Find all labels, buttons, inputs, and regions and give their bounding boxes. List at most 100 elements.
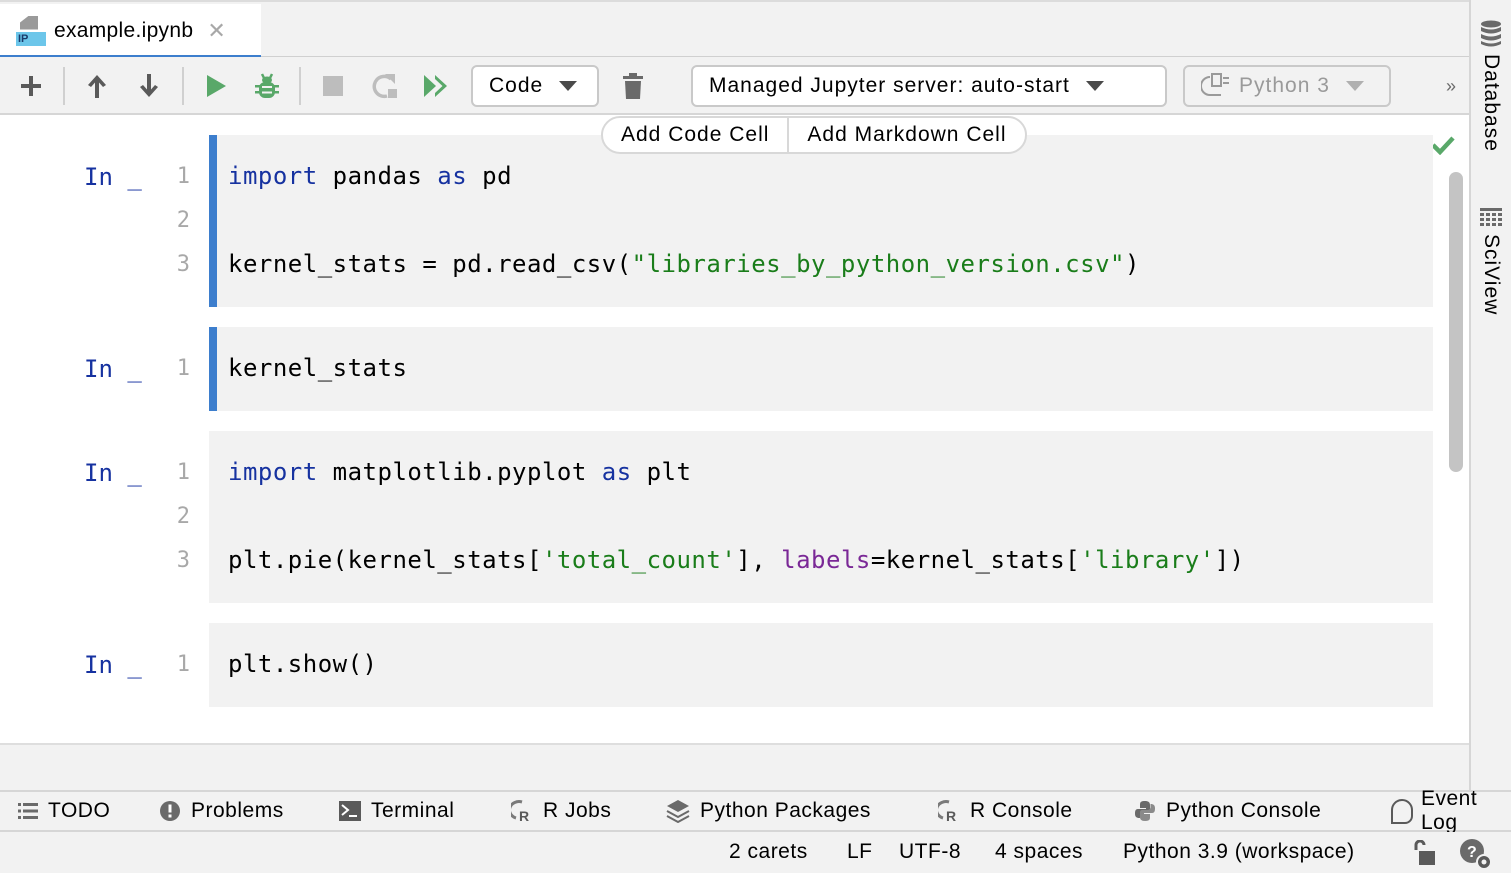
debug-cell-button[interactable] (250, 57, 284, 115)
stop-icon (323, 76, 343, 96)
todo-label: TODO (48, 799, 111, 822)
python-packages-tool-button[interactable]: Python Packages (666, 792, 871, 830)
notebook-toolbar: Code Managed Jupyter server: auto-start … (0, 57, 1469, 115)
notebook-cell[interactable]: In _ 1 plt.show() (0, 623, 1440, 707)
editor-tab-bar: IP example.ipynb ✕ (0, 0, 1469, 60)
indent-status[interactable]: 4 spaces (995, 840, 1083, 864)
right-tool-strip: Database SciView (1469, 0, 1511, 790)
kernel-dropdown[interactable]: Python 3 (1183, 65, 1391, 107)
run-cell-button[interactable] (199, 57, 233, 115)
database-tool-label: Database (1480, 54, 1503, 152)
code-line[interactable]: kernel_stats (228, 354, 407, 382)
string-token: 'total_count' (541, 546, 737, 574)
list-icon (18, 802, 38, 820)
arrow-up-icon (88, 75, 106, 98)
tab-title: example.ipynb (54, 18, 194, 42)
code-line[interactable]: import pandas as pd (228, 162, 512, 190)
python-packages-label: Python Packages (700, 799, 871, 822)
add-cell-button[interactable] (14, 57, 48, 115)
add-code-cell-button[interactable]: Add Code Cell (603, 118, 787, 152)
cell-type-value: Code (489, 74, 544, 97)
restart-icon (372, 74, 397, 99)
move-cell-down-button[interactable] (132, 57, 166, 115)
tool-window-bar: TODO Problems Terminal R R Jobs Python P… (0, 787, 1511, 834)
sciview-tool-label: SciView (1480, 234, 1503, 316)
todo-tool-button[interactable]: TODO (18, 792, 110, 830)
code-line[interactable]: plt.pie(kernel_stats['total_count'], lab… (228, 546, 1245, 574)
code-token: =kernel_stats[ (870, 546, 1081, 574)
toolbar-separator (63, 67, 65, 105)
line-number: 1 (176, 356, 190, 381)
line-number: 2 (176, 504, 190, 529)
code-line[interactable]: plt.show() (228, 650, 378, 678)
close-icon[interactable]: ✕ (207, 18, 225, 44)
python-console-label: Python Console (1166, 799, 1322, 822)
jupyter-server-dropdown[interactable]: Managed Jupyter server: auto-start (691, 65, 1167, 107)
cell-editor[interactable] (209, 135, 1433, 307)
problems-icon (159, 800, 181, 822)
line-number: 1 (176, 652, 190, 677)
notebook-cell[interactable]: In _ 1 import matplotlib.pyplot as plt 2 3 pl… (0, 431, 1440, 603)
interpreter-status[interactable]: Python 3.9 (workspace) (1123, 840, 1355, 864)
chevron-down-icon (1345, 81, 1364, 91)
encoding-status[interactable]: UTF-8 (899, 840, 961, 864)
database-tool-button[interactable]: Database (1479, 20, 1503, 152)
param-token: labels (781, 546, 871, 574)
line-number: 3 (176, 548, 190, 573)
stop-kernel-button[interactable] (316, 57, 350, 115)
carets-status[interactable]: 2 carets (729, 840, 808, 864)
r-jobs-label: R Jobs (543, 799, 612, 822)
layers-icon (666, 799, 690, 823)
svg-text:R: R (519, 808, 530, 822)
r-jobs-tool-button[interactable]: R R Jobs (511, 792, 611, 830)
problems-tool-button[interactable]: Problems (159, 792, 284, 830)
inspector-icon[interactable]: ? (1459, 838, 1493, 873)
r-icon: R (938, 800, 960, 822)
r-console-tool-button[interactable]: R R Console (938, 792, 1073, 830)
terminal-tool-button[interactable]: Terminal (339, 792, 454, 830)
svg-text:?: ? (1467, 844, 1477, 861)
event-log-tool-button[interactable]: Event Log (1389, 787, 1511, 834)
r-icon: R (511, 800, 533, 822)
cell-prompt: In _ (84, 163, 142, 191)
add-cell-bar: Add Code Cell Add Markdown Cell (601, 116, 1027, 154)
python-console-tool-button[interactable]: Python Console (1134, 792, 1321, 830)
trash-icon (623, 73, 643, 99)
code-token: kernel_stats = pd.read_csv( (228, 250, 632, 278)
cell-editor[interactable] (209, 431, 1433, 603)
vertical-scrollbar[interactable] (1449, 172, 1463, 472)
sciview-tool-button[interactable]: SciView (1479, 208, 1503, 315)
svg-text:R: R (946, 808, 957, 822)
restart-kernel-button[interactable] (368, 57, 402, 115)
delete-cell-button[interactable] (616, 57, 650, 115)
tab-example-ipynb[interactable]: IP example.ipynb ✕ (0, 4, 261, 60)
run-all-icon (424, 75, 447, 97)
code-line[interactable]: kernel_stats = pd.read_csv("libraries_by… (228, 250, 1140, 278)
cell-type-dropdown[interactable]: Code (471, 65, 599, 107)
bug-icon (255, 73, 279, 98)
notebook-cell[interactable]: In _ 1 import pandas as pd 2 3 kernel_stats =… (0, 135, 1440, 307)
cell-prompt: In _ (84, 651, 142, 679)
code-line[interactable]: import matplotlib.pyplot as plt (228, 458, 691, 486)
chevron-down-icon (1085, 81, 1104, 91)
kernel-icon (1201, 73, 1229, 96)
terminal-icon (339, 801, 361, 821)
code-token: plt.pie(kernel_stats[ (228, 546, 542, 574)
sciview-icon (1480, 208, 1502, 226)
run-all-button[interactable] (420, 57, 454, 115)
notebook-editor[interactable]: Add Code Cell Add Markdown Cell In _ 1 imp… (0, 115, 1469, 745)
cell-prompt: In _ (84, 459, 142, 487)
notebook-cell[interactable]: In _ 1 kernel_stats (0, 327, 1440, 411)
keyword-token: as (601, 458, 632, 486)
code-token: ) (1124, 250, 1140, 278)
code-token: matplotlib.pyplot (317, 458, 602, 486)
add-markdown-cell-button[interactable]: Add Markdown Cell (787, 118, 1024, 152)
unlock-icon[interactable] (1413, 839, 1437, 872)
terminal-label: Terminal (371, 799, 455, 822)
line-separator-status[interactable]: LF (847, 840, 873, 864)
move-cell-up-button[interactable] (80, 57, 114, 115)
more-actions-button[interactable]: » (1438, 57, 1464, 115)
cell-editor[interactable] (209, 623, 1433, 707)
code-token: pd (467, 162, 513, 190)
chevron-double-right-icon: » (1445, 75, 1456, 96)
